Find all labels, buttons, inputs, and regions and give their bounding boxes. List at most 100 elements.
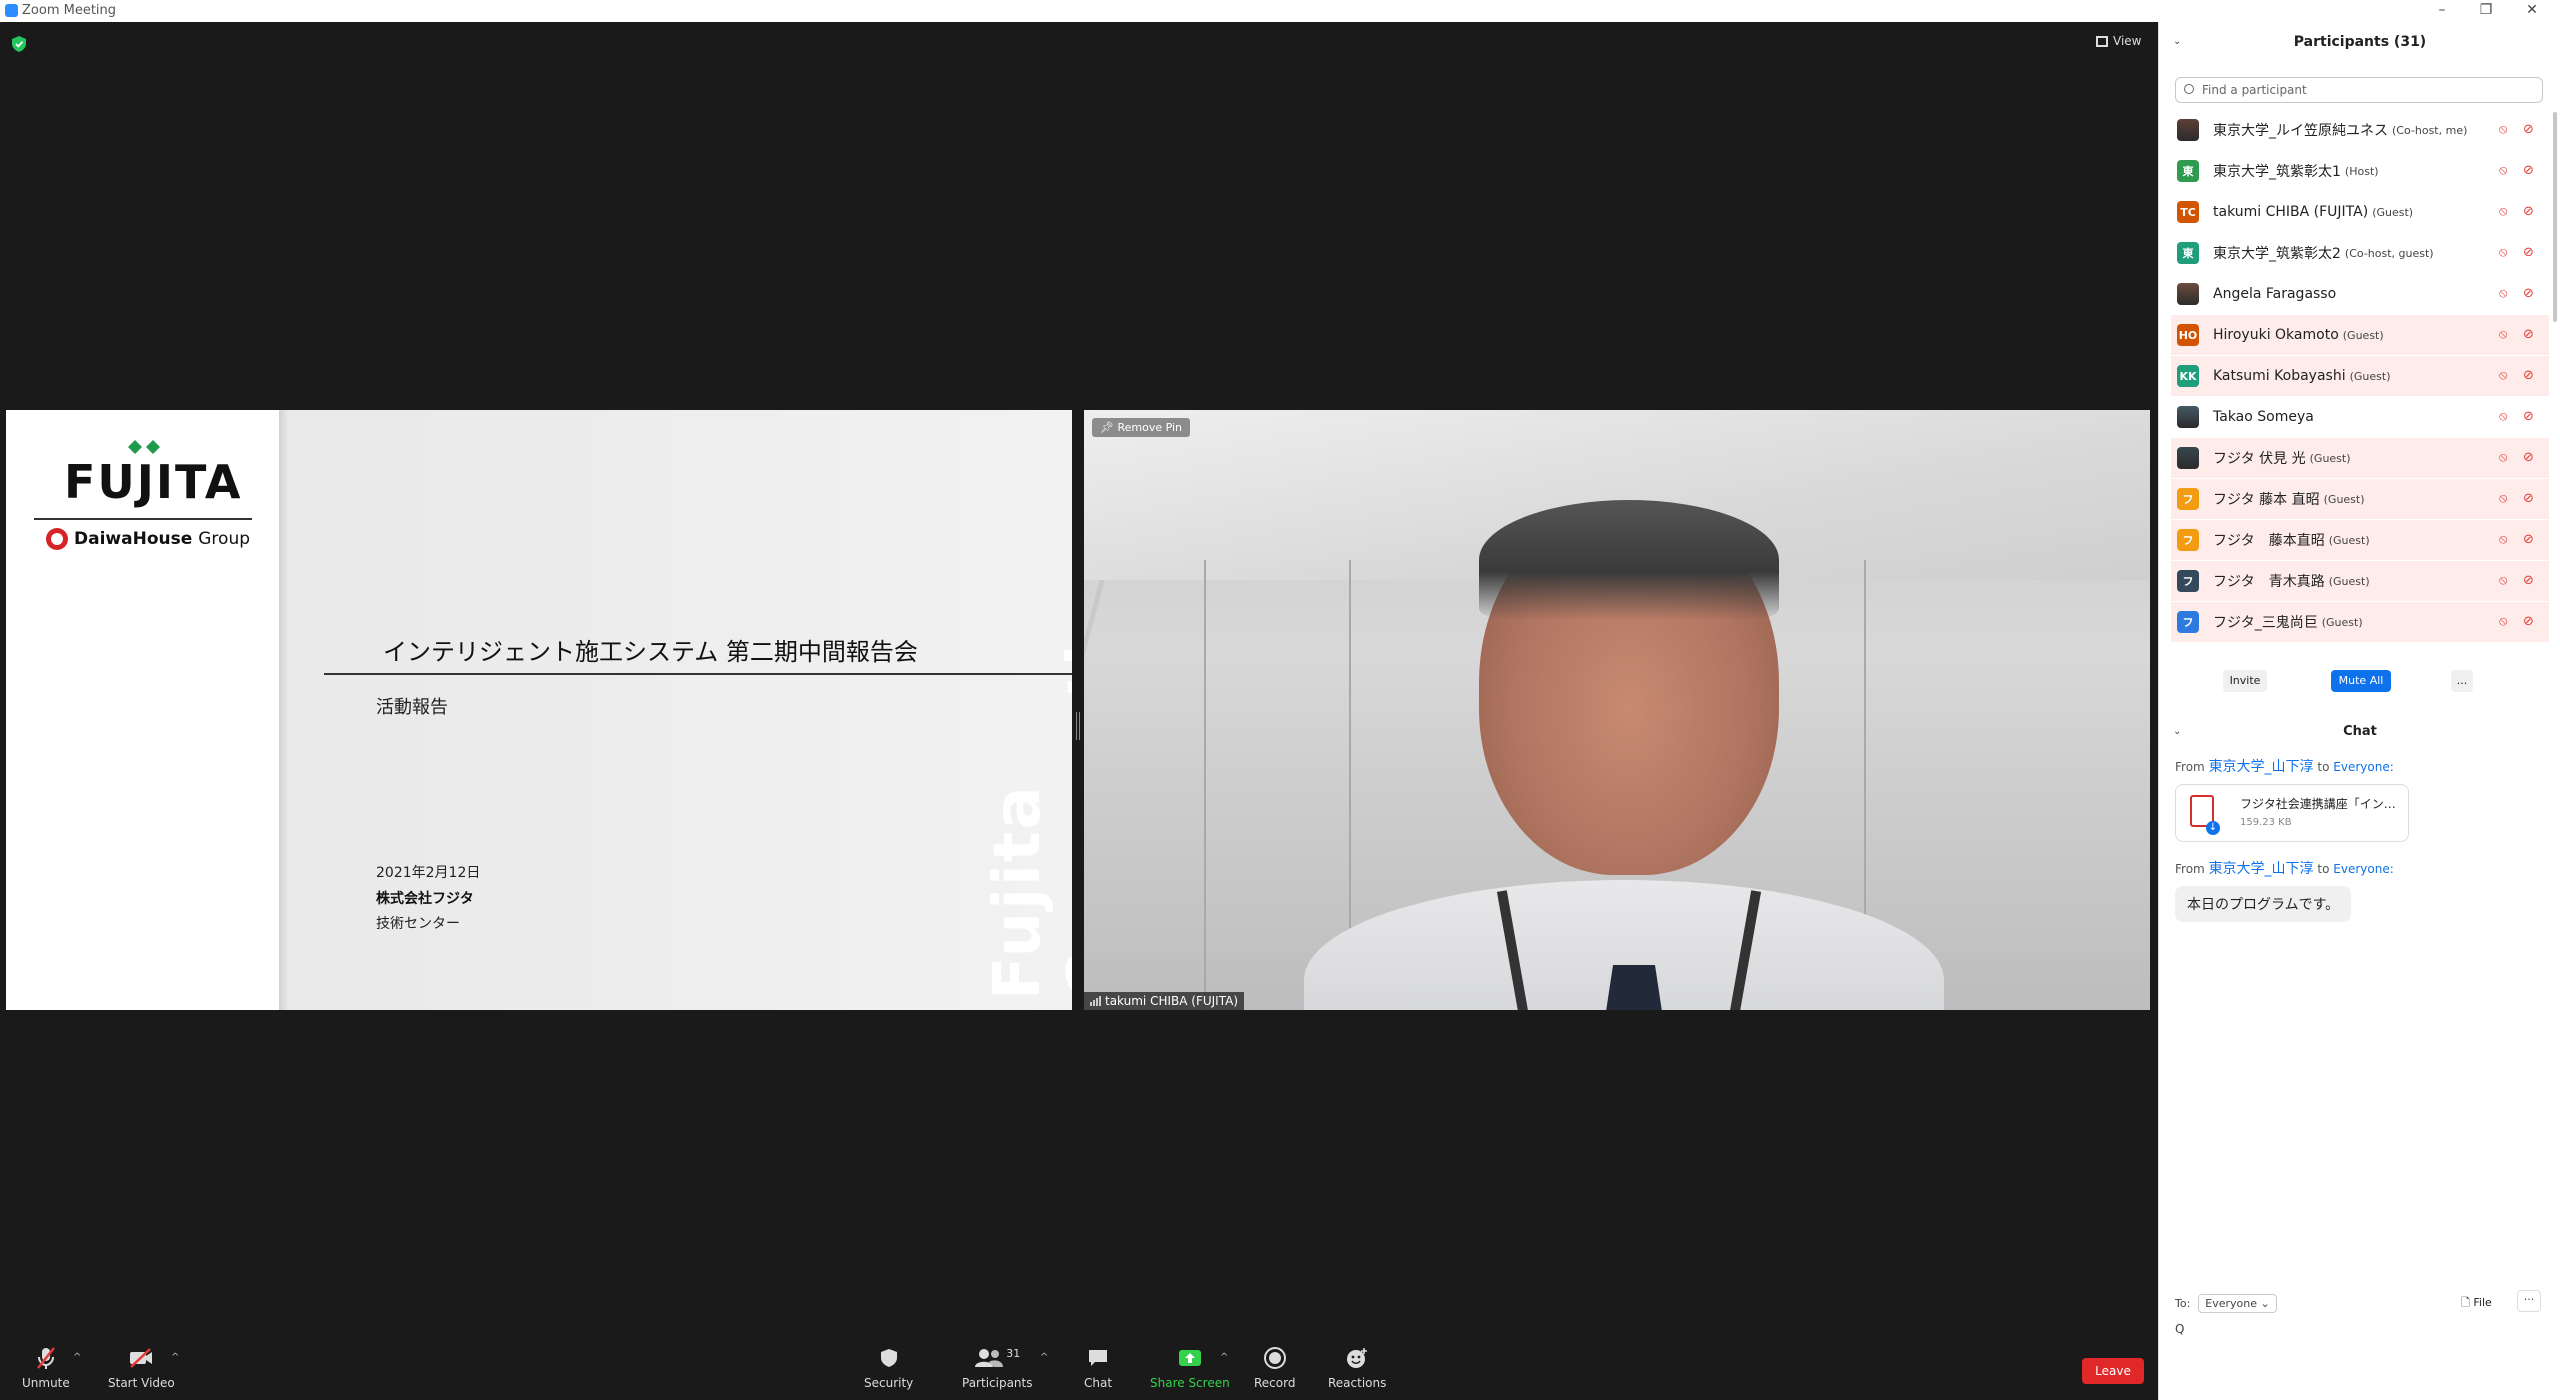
restore-button[interactable]: ❐ [2464,0,2508,22]
participant-name: フジタ 青木真路 [2213,574,2325,590]
invite-button[interactable]: Invite [2223,670,2267,692]
slide-logo-panel: FUJITA DaiwaHouse Group [6,410,279,1010]
participant-row[interactable]: 東京大学_ルイ笠原純ユネス (Co-host, me) ⦸ ⊘ [2171,110,2549,151]
to-prefix: to [2317,862,2330,876]
from-prefix: From [2175,760,2205,774]
speaker-hair [1479,500,1779,620]
minimize-button[interactable]: – [2420,0,2464,22]
video-participant-name: takumi CHIBA (FUJITA) [1105,994,1239,1008]
muted-microphone-icon: ⦸ [2499,204,2508,219]
participant-role-tag: (Guest) [2342,328,2384,342]
muted-microphone-icon: ⦸ [2499,122,2508,137]
participant-row[interactable]: フフジタ 藤本 直昭 (Guest) ⦸ ⊘ [2171,479,2549,520]
participant-name: フジタ 藤本 直昭 [2213,492,2320,508]
participant-status-icons: ⦸ ⊘ [2499,123,2537,137]
mute-all-button[interactable]: Mute All [2331,670,2391,692]
participant-status-icons: ⦸ ⊘ [2499,287,2537,301]
participants-icon: 31 [971,1346,1023,1370]
participant-row[interactable]: Angela Faragasso ⦸ ⊘ [2171,274,2549,315]
participant-row[interactable]: 東東京大学_筑紫彰太2 (Co-host, guest) ⦸ ⊘ [2171,233,2549,274]
chat-bubble-icon [1085,1346,1111,1370]
share-screen-button[interactable]: Share Screen [1150,1346,1230,1390]
participants-button[interactable]: 31 Participants [962,1346,1033,1391]
participant-status-icons: ⦸ ⊘ [2499,369,2537,383]
participant-row[interactable]: HO Hiroyuki Okamoto (Guest) ⦸ ⊘ [2171,315,2549,356]
participant-search-placeholder: Find a participant [2202,83,2307,97]
slide-date: 2021年2月12日 [376,865,481,881]
share-options-caret[interactable]: ^ [1220,1352,1228,1363]
muted-microphone-icon: ⦸ [2499,409,2508,424]
security-button[interactable]: Security [864,1346,913,1390]
muted-microphone-icon: ⦸ [2499,327,2508,342]
chat-message-bubble: 本日のプログラムです。 [2175,886,2352,922]
video-off-icon: ⊘ [2523,327,2534,342]
participant-row[interactable]: KK Katsumi Kobayashi (Guest) ⦸ ⊘ [2171,356,2549,397]
muted-microphone-icon: ⦸ [2499,491,2508,506]
video-options-caret[interactable]: ^ [171,1352,179,1363]
slide-title: インテリジェント施工システム 第二期中間報告会 [383,638,918,666]
chat-sender[interactable]: 東京大学_山下淳 [2209,759,2314,775]
chat-button[interactable]: Chat [1084,1346,1112,1390]
participant-role-tag: (Co-host, me) [2392,123,2468,137]
video-off-icon: ⊘ [2523,286,2534,301]
chat-more-button[interactable]: ··· [2517,1290,2541,1312]
muted-microphone-icon: ⦸ [2499,245,2508,260]
participant-avatar: 東 [2177,242,2199,264]
participants-actions: Invite Mute All ... [2159,670,2560,694]
chat-recipient[interactable]: Everyone: [2333,862,2393,876]
encryption-shield-icon[interactable] [12,36,26,52]
participant-role-tag: (Host) [2344,164,2379,178]
start-video-button[interactable]: Start Video [108,1346,175,1390]
audio-options-caret[interactable]: ^ [73,1352,81,1363]
participant-name: Hiroyuki Okamoto [2213,327,2339,343]
participant-row[interactable]: フフジタ 青木真路 (Guest) ⦸ ⊘ [2171,561,2549,602]
chat-file-attachment[interactable]: ↓ フジタ社会連携講座「インテリ... 159.23 KB [2175,784,2409,842]
participants-more-button[interactable]: ... [2451,670,2473,692]
participant-row[interactable]: フフジタ 藤本直昭 (Guest) ⦸ ⊘ [2171,520,2549,561]
send-file-button[interactable]: 🗋︎ File [2461,1294,2492,1313]
participant-row[interactable]: フフジタ_三鬼尚巨 (Guest) ⦸ ⊘ [2171,602,2549,643]
video-off-icon: ⊘ [2523,614,2534,629]
participant-status-icons: ⦸ ⊘ [2499,492,2537,506]
share-screen-label: Share Screen [1150,1376,1230,1390]
file-name: フジタ社会連携講座「インテリ... [2240,797,2400,811]
recipient-dropdown[interactable]: Everyone ⌄ [2198,1294,2277,1313]
participant-role-tag: (Guest) [2321,615,2363,629]
search-icon [2184,84,2194,94]
participant-name: Katsumi Kobayashi [2213,368,2346,384]
shared-slide-tile[interactable]: FUJITA DaiwaHouse Group インテリジェント施工システム 第… [6,410,1072,1010]
unmute-button[interactable]: Unmute [22,1346,70,1390]
participant-row[interactable]: フジタ 伏見 光 (Guest) ⦸ ⊘ [2171,438,2549,479]
participant-search-input[interactable]: Find a participant [2175,77,2543,103]
chat-sender[interactable]: 東京大学_山下淳 [2209,861,2314,877]
participant-row[interactable]: 東東京大学_筑紫彰太1 (Host) ⦸ ⊘ [2171,151,2549,192]
participant-row[interactable]: Takao Someya ⦸ ⊘ [2171,397,2549,438]
chat-title: Chat [2343,724,2377,739]
leave-button[interactable]: Leave [2082,1358,2144,1384]
participant-status-icons: ⦸ ⊘ [2499,533,2537,547]
share-screen-icon [1177,1346,1203,1370]
participant-avatar: フ [2177,611,2199,633]
participants-scrollbar[interactable] [2553,112,2557,322]
close-button[interactable]: ✕ [2510,0,2554,22]
participant-name: フジタ 藤本直昭 [2213,533,2325,549]
tile-resize-handle[interactable] [1076,712,1080,740]
daiwa-house-logo: DaiwaHouse Group [46,528,250,550]
remove-pin-button[interactable]: 📌︎ Remove Pin [1092,418,1191,437]
window-titlebar: Zoom Meeting – ❐ ✕ [0,0,2560,22]
pinned-video-tile[interactable]: 📌︎ Remove Pin takumi CHIBA (FUJITA) [1084,410,2150,1010]
chat-message-input[interactable]: Q [2175,1322,2184,1336]
record-button[interactable]: Record [1254,1346,1295,1390]
participants-label: Participants [962,1376,1033,1390]
participant-row[interactable]: TC takumi CHIBA (FUJITA) (Guest) ⦸ ⊘ [2171,192,2549,233]
participant-role-tag: (Guest) [2372,205,2414,219]
chat-recipient[interactable]: Everyone: [2333,760,2393,774]
daiwa-mark-icon [46,528,68,550]
participants-options-caret[interactable]: ^ [1040,1352,1048,1363]
participant-status-icons: ⦸ ⊘ [2499,451,2537,465]
view-button[interactable]: View [2096,34,2141,48]
participant-avatar [2177,119,2199,141]
participant-avatar: TC [2177,201,2199,223]
participant-name: Angela Faragasso [2213,286,2337,302]
reactions-button[interactable]: Reactions [1328,1346,1386,1390]
